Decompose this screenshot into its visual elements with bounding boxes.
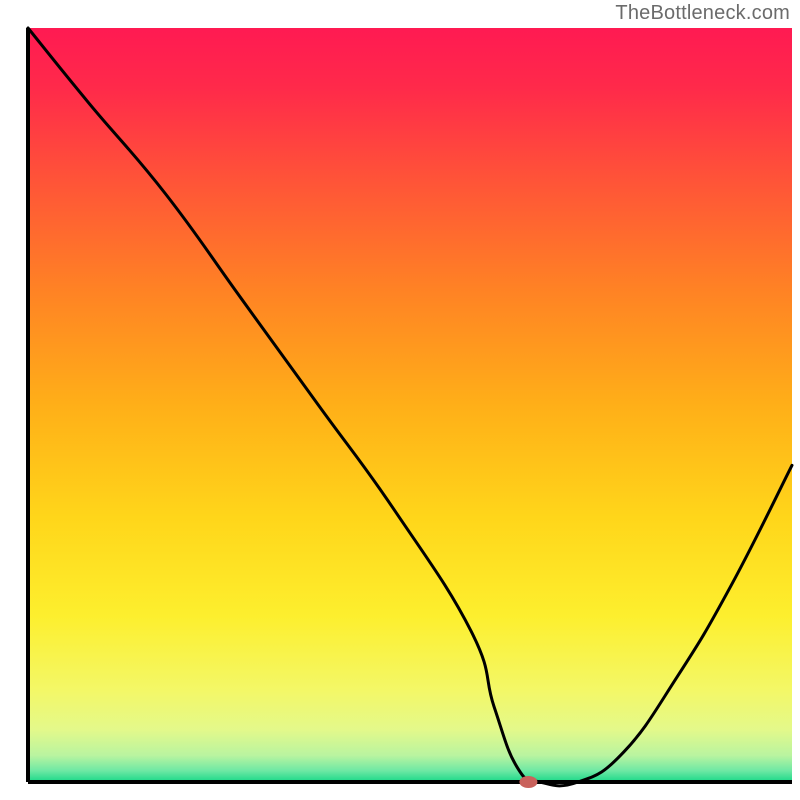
chart-container: TheBottleneck.com xyxy=(0,0,800,800)
watermark-text: TheBottleneck.com xyxy=(615,2,790,25)
bottleneck-chart xyxy=(0,0,800,800)
optimal-point-marker xyxy=(519,776,537,788)
gradient-background xyxy=(28,28,792,782)
